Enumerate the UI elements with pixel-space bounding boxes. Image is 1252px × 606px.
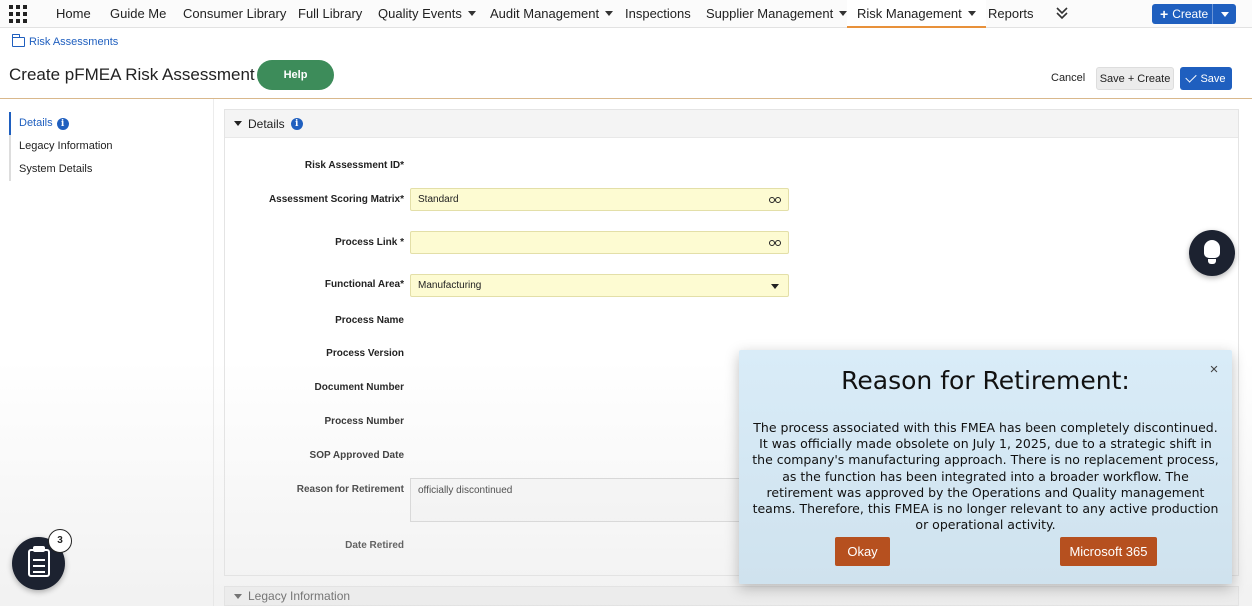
suggestions-button[interactable] xyxy=(1189,230,1235,276)
breadcrumb-link[interactable]: Risk Assessments xyxy=(29,36,118,48)
lightbulb-icon xyxy=(1204,240,1220,258)
microsoft-365-button[interactable]: Microsoft 365 xyxy=(1060,537,1157,566)
details-section-header[interactable]: Details i xyxy=(225,110,1238,138)
create-button[interactable]: + Create xyxy=(1152,4,1236,24)
app-grid-icon[interactable] xyxy=(9,5,27,23)
functional-area-label: Functional Area* xyxy=(324,279,404,290)
nav-risk-management[interactable]: Risk Management xyxy=(847,0,986,28)
chevron-down-icon xyxy=(839,11,848,17)
process-number-label: Process Number xyxy=(324,416,404,427)
cancel-button[interactable]: Cancel xyxy=(1045,68,1091,88)
nav-full-library[interactable]: Full Library xyxy=(298,0,362,28)
chevron-down-icon xyxy=(967,11,976,17)
document-number-label: Document Number xyxy=(314,382,404,393)
nav-guide-me[interactable]: Guide Me xyxy=(110,0,166,28)
reason-for-retirement-label: Reason for Retirement xyxy=(296,484,404,495)
header-divider xyxy=(0,98,1252,99)
nav-audit-management[interactable]: Audit Management xyxy=(490,0,614,28)
nav-inspections[interactable]: Inspections xyxy=(625,0,691,28)
functional-area-select[interactable]: Manufacturing xyxy=(410,274,789,297)
plus-icon: + xyxy=(1160,6,1169,22)
save-and-create-button[interactable]: Save + Create xyxy=(1096,67,1174,90)
chevron-down-icon xyxy=(467,11,476,17)
process-name-label: Process Name xyxy=(335,315,404,326)
process-link-lookup[interactable] xyxy=(410,231,789,254)
collapse-caret-icon xyxy=(234,121,242,126)
risk-assessment-id-label: Risk Assessment ID* xyxy=(304,160,404,171)
legacy-information-section-header[interactable]: Legacy Information xyxy=(224,586,1239,606)
reason-for-retirement-textarea[interactable]: officially discontinued xyxy=(410,478,740,522)
info-icon[interactable]: i xyxy=(56,117,69,130)
chevron-down-icon xyxy=(1220,11,1229,17)
sidenav-item-details[interactable]: Details i xyxy=(9,112,209,135)
double-chevron-down-icon[interactable] xyxy=(1055,5,1069,21)
collapse-caret-icon xyxy=(234,593,242,599)
binoculars-icon[interactable] xyxy=(769,239,782,247)
nav-supplier-management[interactable]: Supplier Management xyxy=(706,0,848,28)
scoring-matrix-label: Assessment Scoring Matrix* xyxy=(268,194,404,205)
top-navigation: Home Guide Me Consumer Library Full Libr… xyxy=(0,0,1252,28)
retirement-reason-dialog: Reason for Retirement: × The process ass… xyxy=(739,350,1232,584)
date-retired-label: Date Retired xyxy=(345,540,404,551)
chevron-down-icon xyxy=(605,11,614,17)
chevron-down-icon xyxy=(771,284,779,289)
help-button[interactable]: Help xyxy=(257,60,334,90)
info-icon[interactable]: i xyxy=(290,117,303,130)
process-link-label: Process Link * xyxy=(335,237,404,248)
binoculars-icon[interactable] xyxy=(769,196,782,204)
nav-reports[interactable]: Reports xyxy=(988,0,1034,28)
nav-home[interactable]: Home xyxy=(56,0,91,28)
sidenav-divider xyxy=(213,99,214,606)
dialog-body: The process associated with this FMEA ha… xyxy=(752,420,1219,533)
sidenav-item-legacy-information[interactable]: Legacy Information xyxy=(9,135,209,158)
dialog-title: Reason for Retirement: xyxy=(841,366,1130,395)
sidenav-item-system-details[interactable]: System Details xyxy=(9,158,209,181)
section-navigation: Details i Legacy Information System Deta… xyxy=(9,112,209,181)
nav-quality-events[interactable]: Quality Events xyxy=(378,0,476,28)
sop-approved-date-label: SOP Approved Date xyxy=(309,450,404,461)
process-version-label: Process Version xyxy=(326,348,404,359)
breadcrumb[interactable]: Risk Assessments xyxy=(12,34,118,48)
nav-consumer-library[interactable]: Consumer Library xyxy=(183,0,286,28)
folder-icon xyxy=(12,34,25,47)
save-button[interactable]: Save xyxy=(1180,67,1232,90)
check-icon xyxy=(1185,71,1198,83)
close-icon[interactable]: × xyxy=(1206,362,1222,378)
okay-button[interactable]: Okay xyxy=(835,537,890,566)
page-title: Create pFMEA Risk Assessment xyxy=(9,65,255,84)
notification-badge: 3 xyxy=(48,529,72,553)
create-dropdown-toggle[interactable] xyxy=(1212,4,1236,24)
scoring-matrix-lookup[interactable]: Standard xyxy=(410,188,789,211)
